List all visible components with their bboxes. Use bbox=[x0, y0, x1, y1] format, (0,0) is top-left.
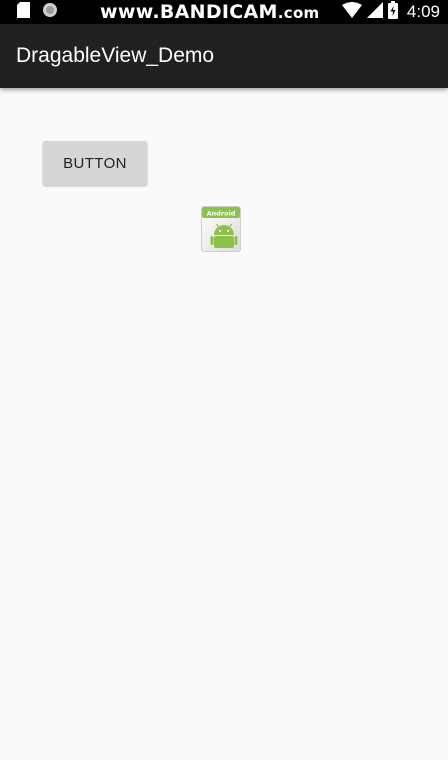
app-bar: DragableView_Demo bbox=[0, 24, 448, 88]
app-title: DragableView_Demo bbox=[16, 44, 215, 67]
sd-card-icon bbox=[17, 1, 30, 23]
signal-icon bbox=[366, 1, 383, 23]
main-button[interactable]: BUTTON bbox=[43, 141, 147, 185]
android-icon-label: Android bbox=[207, 210, 236, 218]
bandicam-watermark: www.BANDICAM.com bbox=[100, 1, 319, 23]
android-logo-icon: Android bbox=[201, 206, 241, 252]
status-bar: www.BANDICAM.com 4:09 bbox=[0, 0, 448, 24]
draggable-android-view[interactable]: Android bbox=[200, 205, 242, 253]
watermark-suffix: .com bbox=[277, 4, 320, 22]
status-time: 4:09 bbox=[406, 2, 440, 21]
status-bar-left bbox=[17, 1, 58, 23]
watermark-main: www.BANDICAM bbox=[100, 1, 278, 23]
battery-icon bbox=[387, 0, 398, 24]
app-screen: www.BANDICAM.com 4:09 DragableView_Demo … bbox=[0, 0, 448, 760]
wifi-icon bbox=[341, 1, 362, 23]
circle-notification-icon bbox=[42, 2, 58, 23]
status-bar-right: 4:09 bbox=[341, 0, 440, 24]
